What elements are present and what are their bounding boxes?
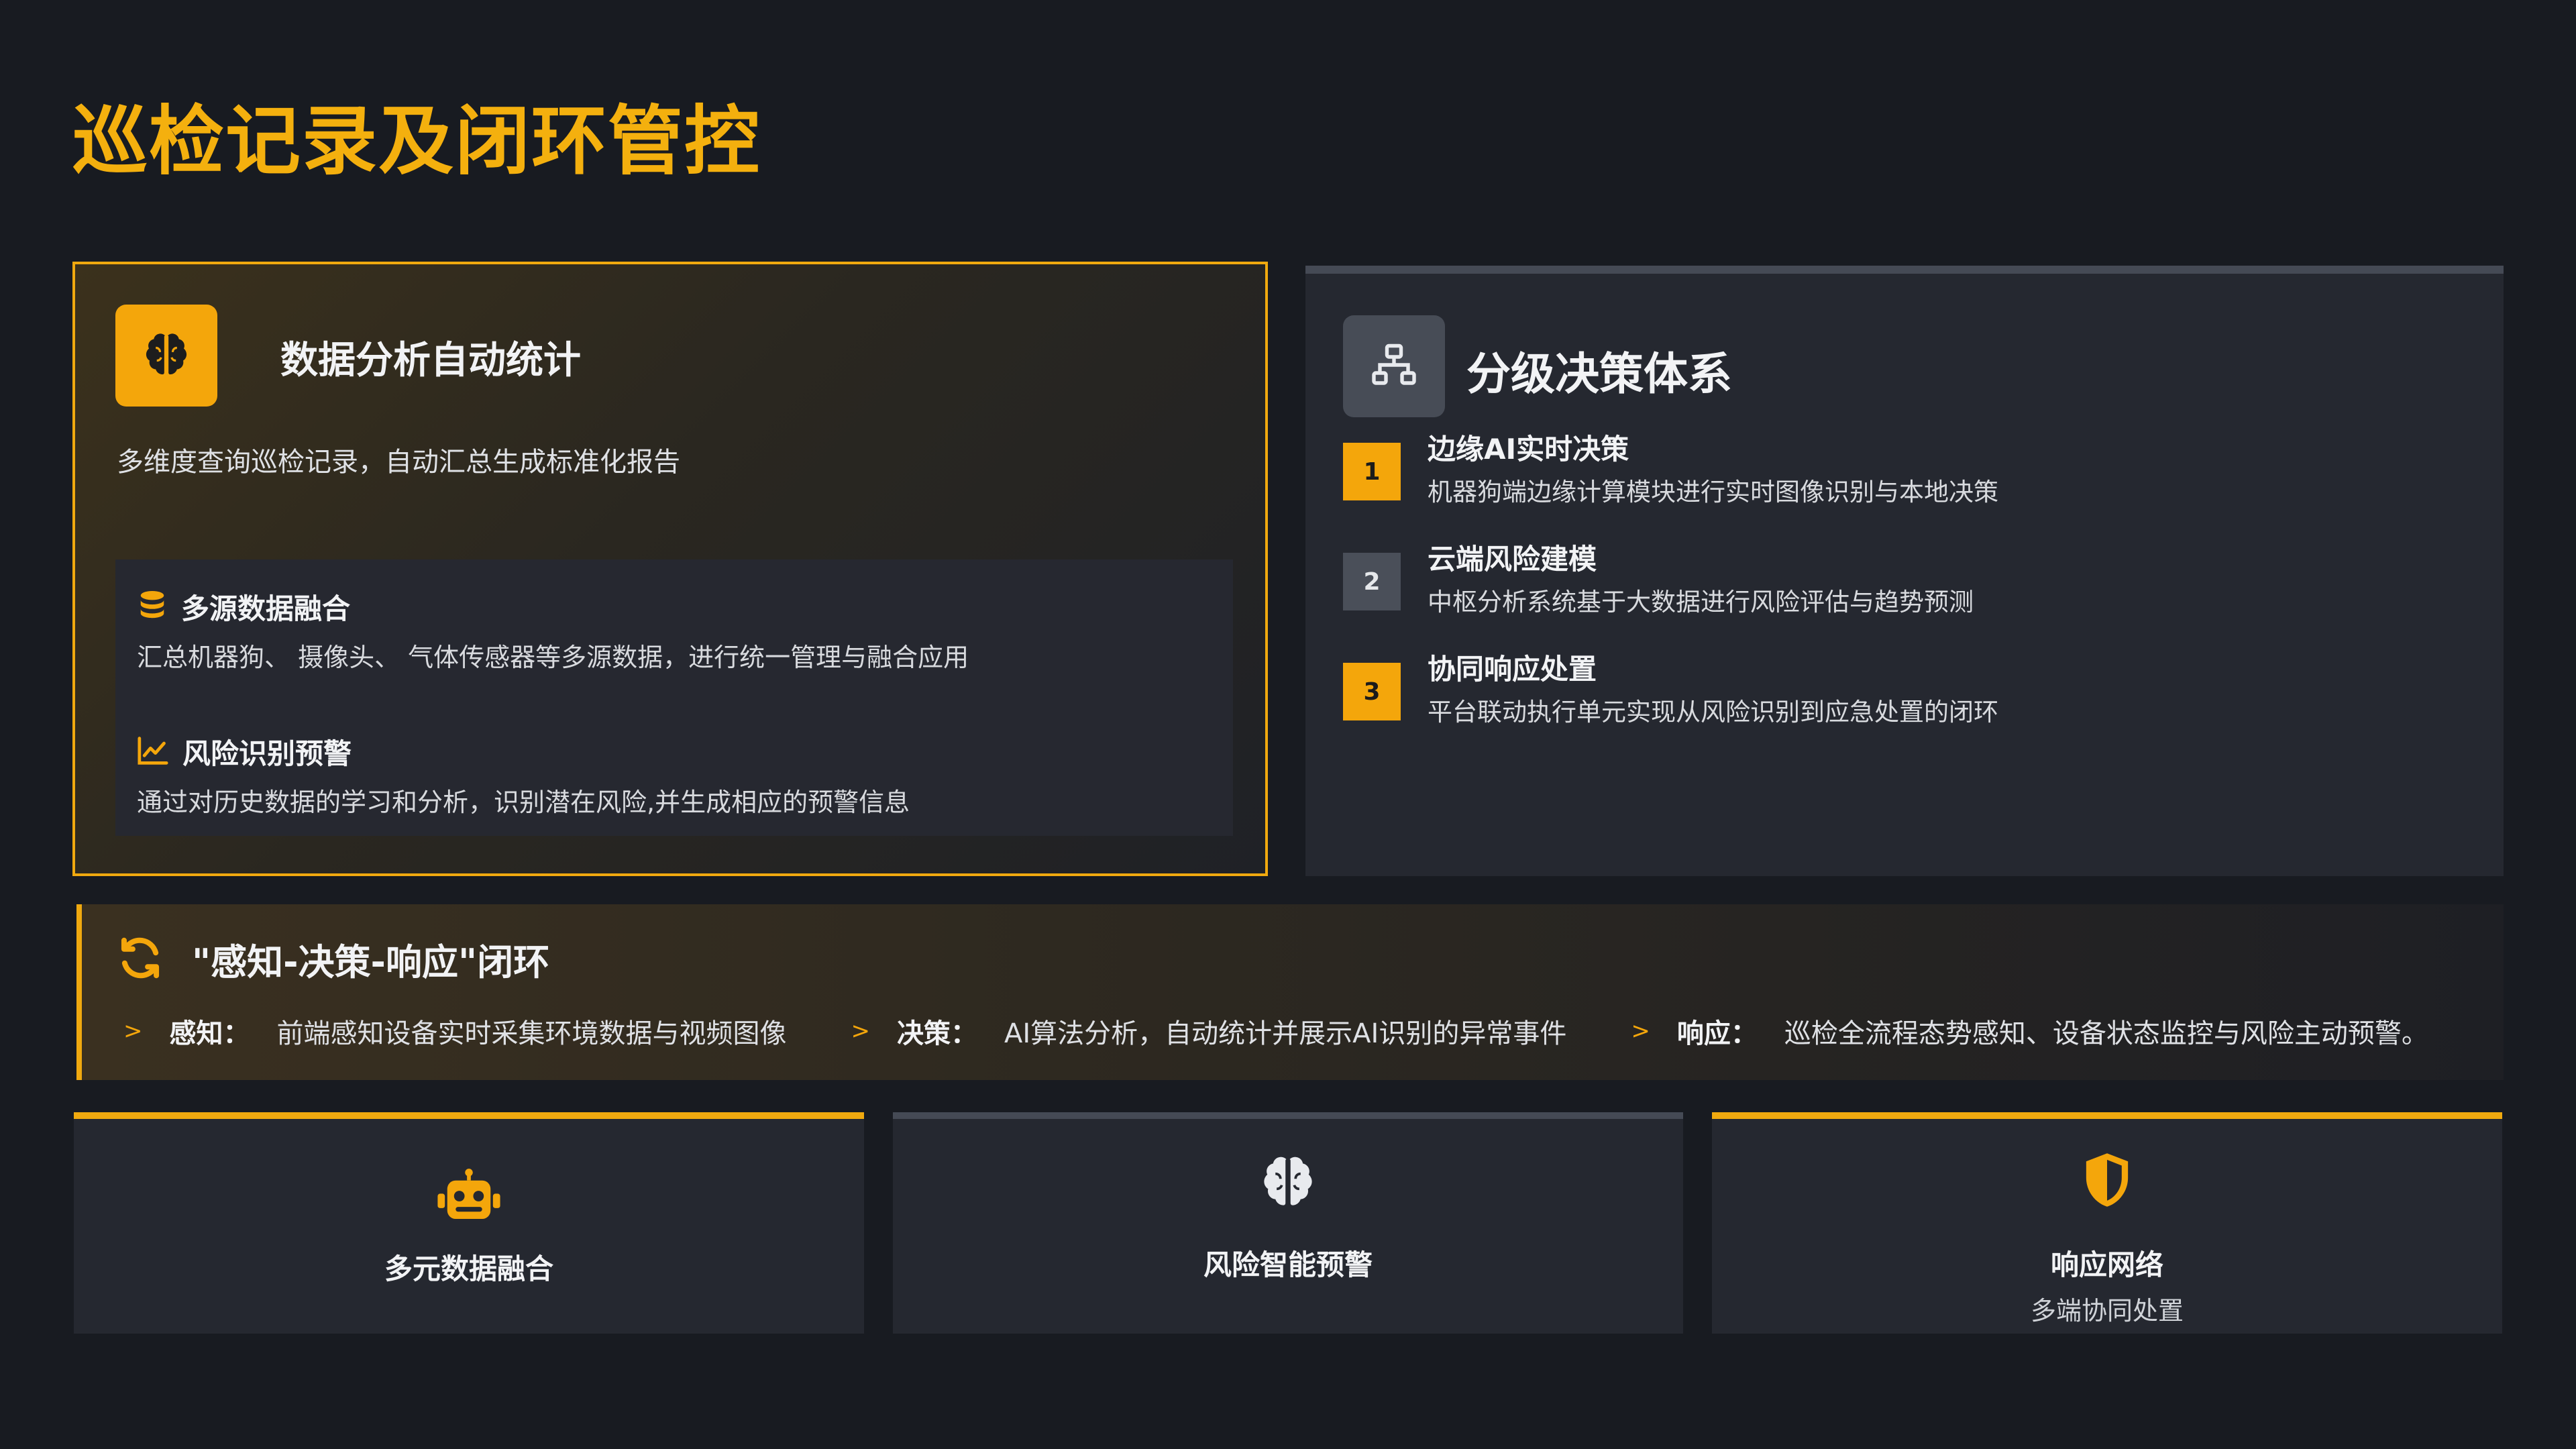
decision-card-title: 分级决策体系 [1466,348,1732,400]
step-description: 中枢分析系统基于大数据进行风险评估与趋势预测 [1428,588,1974,616]
bottom-card-label: 响应网络 [2050,1248,2163,1281]
bottom-card-data-fusion: 多元数据融合 [74,1112,864,1334]
bottom-card-risk-warning: 风险智能预警 [893,1112,1683,1334]
decision-card: 分级决策体系 1 边缘AI实时决策 机器狗端边缘计算模块进行实时图像识别与本地决… [1305,266,2504,876]
feature-description: 通过对历史数据的学习和分析，识别潜在风险,并生成相应的预警信息 [137,788,910,817]
loop-steps-row: > 感知： 前端感知设备实时采集环境数据与视频图像 > 决策： AI算法分析，自… [123,1012,2477,1051]
database-icon [137,589,168,625]
loop-step: > 感知： 前端感知设备实时采集环境数据与视频图像 [123,1012,787,1051]
loop-step-text: 前端感知设备实时采集环境数据与视频图像 [276,1018,787,1049]
step-description: 平台联动执行单元实现从风险识别到应急处置的闭环 [1428,698,1998,727]
loop-step-label: 响应： [1676,1018,1758,1049]
step-title: 边缘AI实时决策 [1428,433,1629,466]
loop-step-label: 决策： [897,1018,977,1049]
loop-step-text: AI算法分析，自动统计并展示AI识别的异常事件 [1004,1018,1567,1049]
loop-step: > 响应： 巡检全流程态势感知、设备状态监控与风险主动预警。 [1631,1012,2428,1051]
feature-panel: 多源数据融合 汇总机器狗、 摄像头、 气体传感器等多源数据，进行统一管理与融合应… [115,559,1233,836]
loop-step: > 决策： AI算法分析，自动统计并展示AI识别的异常事件 [851,1012,1567,1051]
feature-item: 多源数据融合 汇总机器狗、 摄像头、 气体传感器等多源数据，进行统一管理与融合应… [137,586,969,674]
bottom-card-label: 多元数据融合 [384,1252,553,1285]
step-description: 机器狗端边缘计算模块进行实时图像识别与本地决策 [1428,478,1998,506]
chevron-right-icon: > [851,1018,871,1044]
decision-step: 1 边缘AI实时决策 机器狗端边缘计算模块进行实时图像识别与本地决策 [1343,429,1998,511]
chevron-right-icon: > [1631,1018,1650,1044]
feature-description: 汇总机器狗、 摄像头、 气体传感器等多源数据，进行统一管理与融合应用 [137,643,969,672]
loop-step-text: 巡检全流程态势感知、设备状态监控与风险主动预警。 [1784,1018,2428,1049]
analysis-card: 数据分析自动统计 多维度查询巡检记录，自动汇总生成标准化报告 多源数据融合 汇总… [72,262,1268,876]
chevron-right-icon: > [123,1018,143,1044]
step-title: 云端风险建模 [1428,543,1597,576]
page-title: 巡检记录及闭环管控 [72,98,761,185]
feature-title: 风险识别预警 [182,737,352,770]
decision-step: 3 协同响应处置 平台联动执行单元实现从风险识别到应急处置的闭环 [1343,649,1998,731]
loop-step-label: 感知： [169,1018,250,1049]
slide: 巡检记录及闭环管控 数据分析自动统计 多维度查询巡检记录，自动汇总生成标准化报告 [0,0,2576,1449]
loop-banner: "感知-决策-响应"闭环 > 感知： 前端感知设备实时采集环境数据与视频图像 >… [76,904,2504,1080]
line-chart-icon [137,736,169,768]
sync-icon [115,933,165,985]
brain-icon [1258,1151,1318,1214]
network-icon [1370,341,1418,392]
analysis-card-title: 数据分析自动统计 [280,339,581,382]
decision-step: 2 云端风险建模 中枢分析系统基于大数据进行风险评估与趋势预测 [1343,539,1974,621]
step-number-badge: 1 [1343,443,1401,500]
brain-icon [141,329,192,382]
shield-icon [2079,1150,2135,1213]
loop-banner-title: "感知-决策-响应"闭环 [192,941,550,983]
step-number-badge: 3 [1343,663,1401,720]
analysis-card-description: 多维度查询巡检记录，自动汇总生成标准化报告 [117,447,680,478]
feature-title: 多源数据融合 [181,592,351,625]
bottom-card-sublabel: 多端协同处置 [2030,1296,2184,1326]
analysis-icon-box [115,305,217,407]
decision-icon-box [1343,315,1445,417]
step-title: 协同响应处置 [1428,653,1597,686]
robot-icon [432,1167,506,1228]
bottom-card-label: 风险智能预警 [1203,1248,1373,1281]
step-number-badge: 2 [1343,553,1401,610]
bottom-card-response-network: 响应网络 多端协同处置 [1712,1112,2502,1334]
feature-item: 风险识别预警 通过对历史数据的学习和分析，识别潜在风险,并生成相应的预警信息 [137,731,910,818]
